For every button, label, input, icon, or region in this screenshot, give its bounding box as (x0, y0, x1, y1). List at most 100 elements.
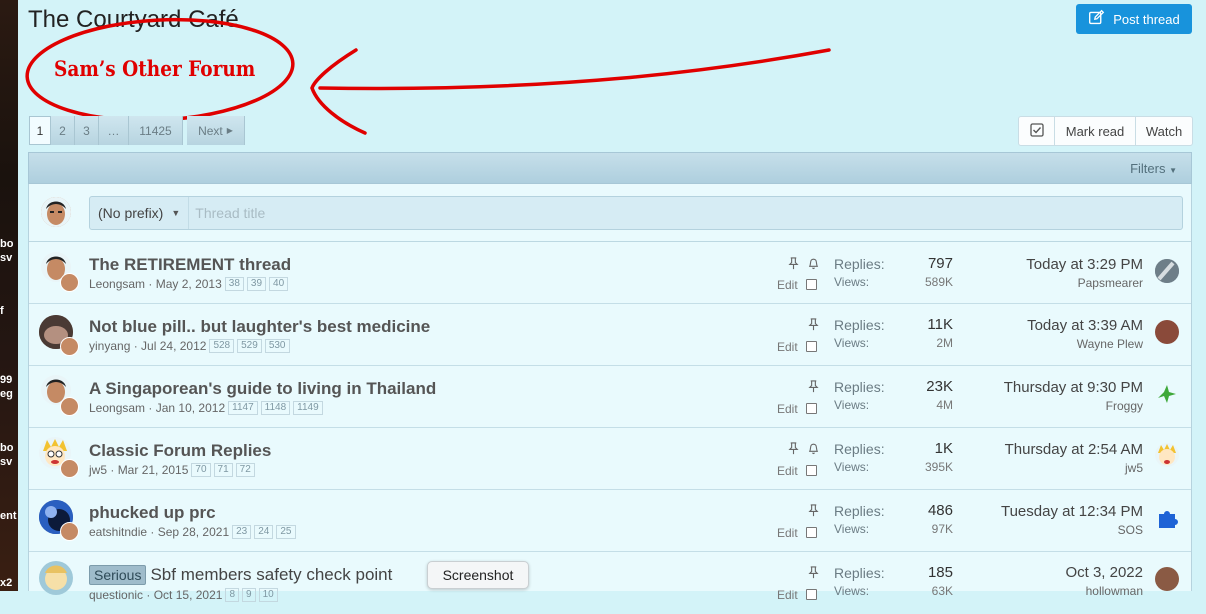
thread-page-link[interactable]: 40 (269, 277, 289, 291)
select-thread-checkbox[interactable] (806, 341, 817, 352)
last-post-time[interactable]: Tuesday at 12:34 PM (1001, 503, 1143, 520)
pin-icon (788, 257, 799, 270)
last-post-time[interactable]: Thursday at 2:54 AM (1005, 441, 1143, 458)
thread-date[interactable]: May 2, 2013 (156, 277, 222, 291)
thread-page-link[interactable]: 1148 (260, 401, 291, 415)
thread-title[interactable]: phucked up prc (89, 503, 216, 523)
pagination: 1 2 3 … 11425 Next ▶ (29, 116, 245, 145)
edit-link[interactable]: Edit (777, 340, 798, 354)
last-poster-avatar[interactable] (1155, 259, 1179, 283)
views-count: 395K (924, 460, 953, 474)
pin-icon (808, 380, 819, 393)
thread-date[interactable]: Oct 15, 2021 (154, 588, 223, 602)
thread-prefix-badge[interactable]: Serious (89, 565, 147, 585)
page-link[interactable]: 2 (51, 116, 75, 145)
thread-author[interactable]: jw5 (89, 463, 107, 477)
replies-count: 797 (927, 255, 953, 272)
screenshot-tooltip: Screenshot (427, 561, 529, 589)
thread-author[interactable]: questionic (89, 588, 143, 602)
post-thread-button[interactable]: Post thread (1076, 4, 1192, 34)
caret-down-icon: ▼ (1169, 166, 1177, 175)
thread-title[interactable]: Classic Forum Replies (89, 441, 271, 461)
pin-icon (808, 504, 819, 517)
last-post-user[interactable]: jw5 (1125, 461, 1143, 475)
thread-author[interactable]: Leongsam (89, 277, 145, 291)
last-post-user[interactable]: Wayne Plew (1077, 337, 1143, 351)
thread-page-link[interactable]: 530 (264, 339, 290, 353)
thread-page-link[interactable]: 25 (276, 525, 296, 539)
page-ellipsis[interactable]: … (99, 116, 129, 145)
views-count: 589K (924, 275, 953, 289)
last-post-user[interactable]: Froggy (1106, 399, 1143, 413)
watch-button[interactable]: Watch (1136, 117, 1192, 145)
last-poster-mini-avatar (60, 459, 79, 478)
last-post-user[interactable]: SOS (1118, 523, 1143, 537)
thread-title[interactable]: A Singaporean's guide to living in Thail… (89, 379, 436, 399)
thread-date[interactable]: Mar 21, 2015 (118, 463, 189, 477)
last-post-user[interactable]: Papsmearer (1078, 276, 1143, 290)
thread-page-link[interactable]: 529 (237, 339, 262, 353)
thread-page-link[interactable]: 38 (224, 277, 244, 291)
thread-date[interactable]: Sep 28, 2021 (158, 525, 229, 539)
thread-page-link[interactable]: 23 (232, 525, 252, 539)
select-checkbox-button[interactable] (1019, 117, 1055, 145)
thread-page-link[interactable]: 71 (213, 463, 233, 477)
author-avatar[interactable] (39, 561, 73, 595)
select-thread-checkbox[interactable] (806, 403, 817, 414)
thread-title-input[interactable] (189, 204, 1182, 222)
next-page-button[interactable]: Next ▶ (187, 116, 245, 145)
thread-author[interactable]: yinyang (89, 339, 130, 353)
edit-link[interactable]: Edit (777, 402, 798, 416)
filters-label: Filters (1130, 161, 1166, 176)
thread-page-link[interactable]: 9 (242, 588, 256, 602)
last-post-time[interactable]: Today at 3:39 AM (1027, 317, 1143, 334)
last-poster-avatar[interactable] (1155, 320, 1179, 344)
thread-page-link[interactable]: 72 (235, 463, 255, 477)
thread-page-link[interactable]: 70 (191, 463, 211, 477)
thread-page-link[interactable]: 528 (209, 339, 235, 353)
last-poster-mini-avatar (60, 273, 79, 292)
thread-page-link[interactable]: 39 (246, 277, 267, 291)
page-title: The Courtyard Café (28, 6, 239, 33)
thread-author[interactable]: Leongsam (89, 401, 145, 415)
filters-dropdown[interactable]: Filters ▼ (1130, 161, 1177, 176)
last-poster-avatar[interactable] (1155, 506, 1179, 530)
bell-icon (808, 258, 819, 270)
thread-author[interactable]: eatshitndie (89, 525, 147, 539)
select-thread-checkbox[interactable] (806, 279, 817, 290)
page-link-last[interactable]: 11425 (129, 116, 183, 145)
prefix-select[interactable]: (No prefix) ▼ (90, 197, 190, 229)
replies-label: Replies: (834, 565, 885, 581)
last-post-time[interactable]: Today at 3:29 PM (1026, 256, 1143, 273)
last-post-user[interactable]: hollowman (1086, 584, 1143, 598)
thread-title[interactable]: The RETIREMENT thread (89, 255, 291, 275)
replies-count: 11K (927, 316, 953, 333)
last-poster-avatar[interactable] (1155, 443, 1179, 467)
thread-row: Not blue pill.. but laughter's best medi… (29, 304, 1191, 366)
next-label: Next (198, 123, 223, 138)
thread-date[interactable]: Jan 10, 2012 (156, 401, 225, 415)
page-link-current[interactable]: 1 (29, 116, 51, 145)
select-thread-checkbox[interactable] (806, 465, 817, 476)
thread-page-link[interactable]: 24 (254, 525, 274, 539)
last-post-time[interactable]: Thursday at 9:30 PM (1004, 379, 1143, 396)
thread-page-link[interactable]: 1147 (228, 401, 258, 415)
page-link[interactable]: 3 (75, 116, 99, 145)
thread-page-link[interactable]: 10 (258, 588, 278, 602)
last-poster-avatar[interactable] (1155, 567, 1179, 591)
thread-title[interactable]: Serious Sbf members safety check point (89, 565, 392, 585)
edit-link[interactable]: Edit (777, 588, 798, 602)
select-thread-checkbox[interactable] (806, 527, 817, 538)
thread-title[interactable]: Not blue pill.. but laughter's best medi… (89, 317, 430, 337)
strip-text: bo (0, 442, 14, 454)
edit-link[interactable]: Edit (777, 278, 798, 292)
thread-page-link[interactable]: 8 (225, 588, 239, 602)
thread-page-link[interactable]: 1149 (293, 401, 323, 415)
last-post-time[interactable]: Oct 3, 2022 (1065, 564, 1143, 581)
views-label: Views: (834, 275, 870, 289)
last-poster-avatar[interactable] (1155, 382, 1179, 406)
edit-link[interactable]: Edit (777, 464, 798, 478)
thread-date[interactable]: Jul 24, 2012 (141, 339, 206, 353)
edit-link[interactable]: Edit (777, 526, 798, 540)
mark-read-button[interactable]: Mark read (1055, 117, 1136, 145)
